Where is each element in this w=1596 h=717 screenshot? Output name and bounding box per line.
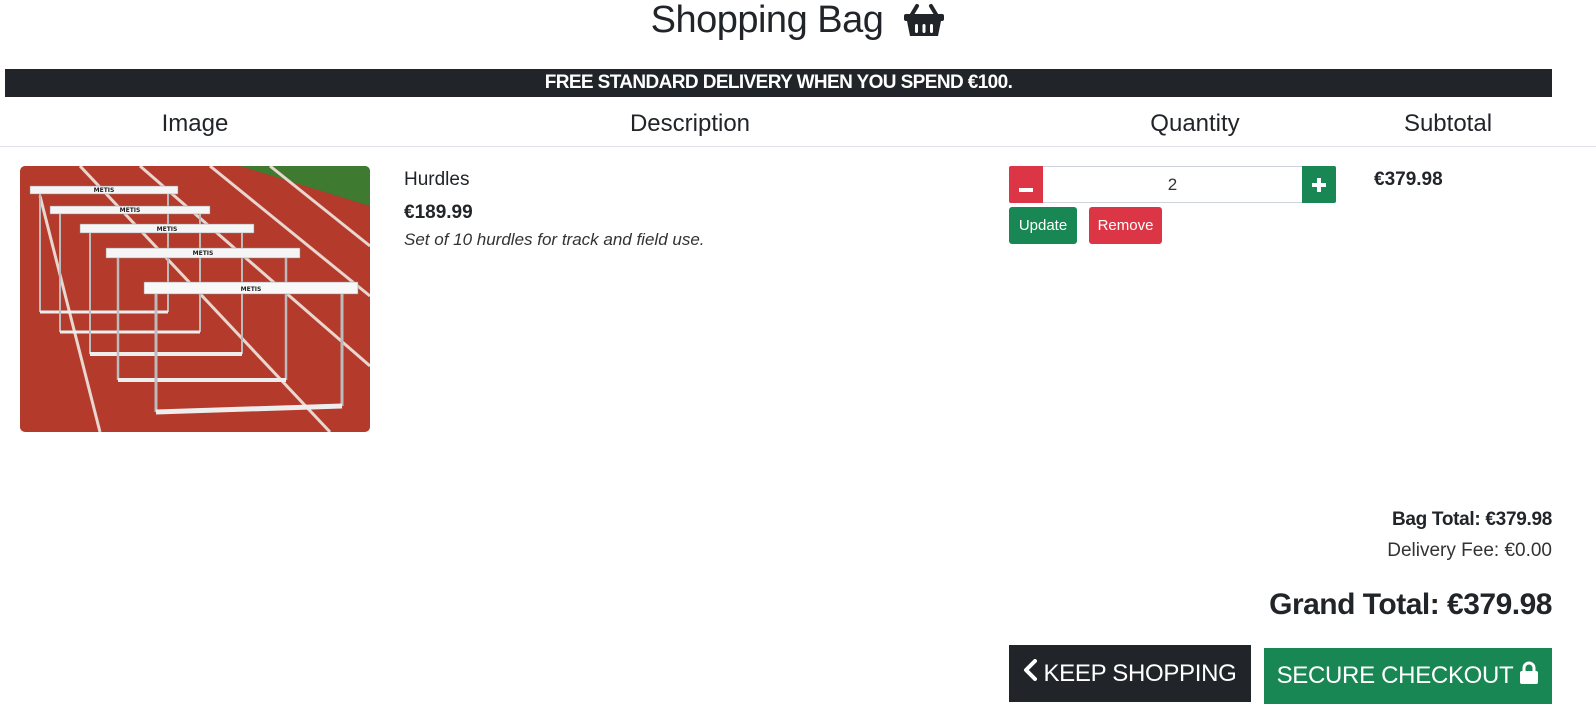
update-quantity-button[interactable]: Update <box>1009 207 1077 244</box>
plus-icon <box>1312 178 1326 192</box>
page-title: Shopping Bag <box>0 0 1596 40</box>
decrement-quantity-button[interactable] <box>1009 166 1043 203</box>
lock-icon <box>1519 661 1539 692</box>
bag-table-header: Image Description Quantity Subtotal <box>0 100 1596 147</box>
product-name: Hurdles <box>404 169 470 190</box>
chevron-left-icon <box>1023 659 1038 688</box>
secure-checkout-label: SECURE CHECKOUT <box>1276 662 1514 689</box>
quantity-stepper <box>1009 166 1336 203</box>
hurdle-brand-label: METIS <box>157 226 178 233</box>
remove-item-button[interactable]: Remove <box>1089 207 1162 244</box>
free-delivery-banner: FREE STANDARD DELIVERY WHEN YOU SPEND €1… <box>5 69 1552 97</box>
hurdle-brand-label: METIS <box>241 286 262 293</box>
secure-checkout-button[interactable]: SECURE CHECKOUT <box>1264 648 1552 704</box>
page-title-text: Shopping Bag <box>650 0 884 41</box>
delivery-fee: Delivery Fee: €0.00 <box>1387 540 1552 561</box>
product-image: METIS METIS METIS METIS METIS <box>20 166 370 432</box>
grand-total: Grand Total: €379.98 <box>1269 588 1552 621</box>
column-header-description: Description <box>629 110 751 137</box>
product-description: Set of 10 hurdles for track and field us… <box>404 230 705 249</box>
minus-icon <box>1019 188 1033 192</box>
quantity-input[interactable] <box>1043 166 1302 203</box>
column-header-image: Image <box>161 110 229 137</box>
product-price: €189.99 <box>404 202 473 223</box>
hurdle-brand-label: METIS <box>193 250 214 257</box>
increment-quantity-button[interactable] <box>1302 166 1336 203</box>
bag-total: Bag Total: €379.98 <box>1391 509 1552 530</box>
keep-shopping-button[interactable]: KEEP SHOPPING <box>1009 645 1251 702</box>
column-header-subtotal: Subtotal <box>1403 110 1493 137</box>
item-subtotal: €379.98 <box>1374 169 1443 190</box>
hurdle-brand-label: METIS <box>94 187 115 194</box>
basket-icon <box>903 2 945 38</box>
column-header-quantity: Quantity <box>1150 110 1240 137</box>
hurdle-brand-label: METIS <box>120 207 141 214</box>
keep-shopping-label: KEEP SHOPPING <box>1043 659 1237 687</box>
